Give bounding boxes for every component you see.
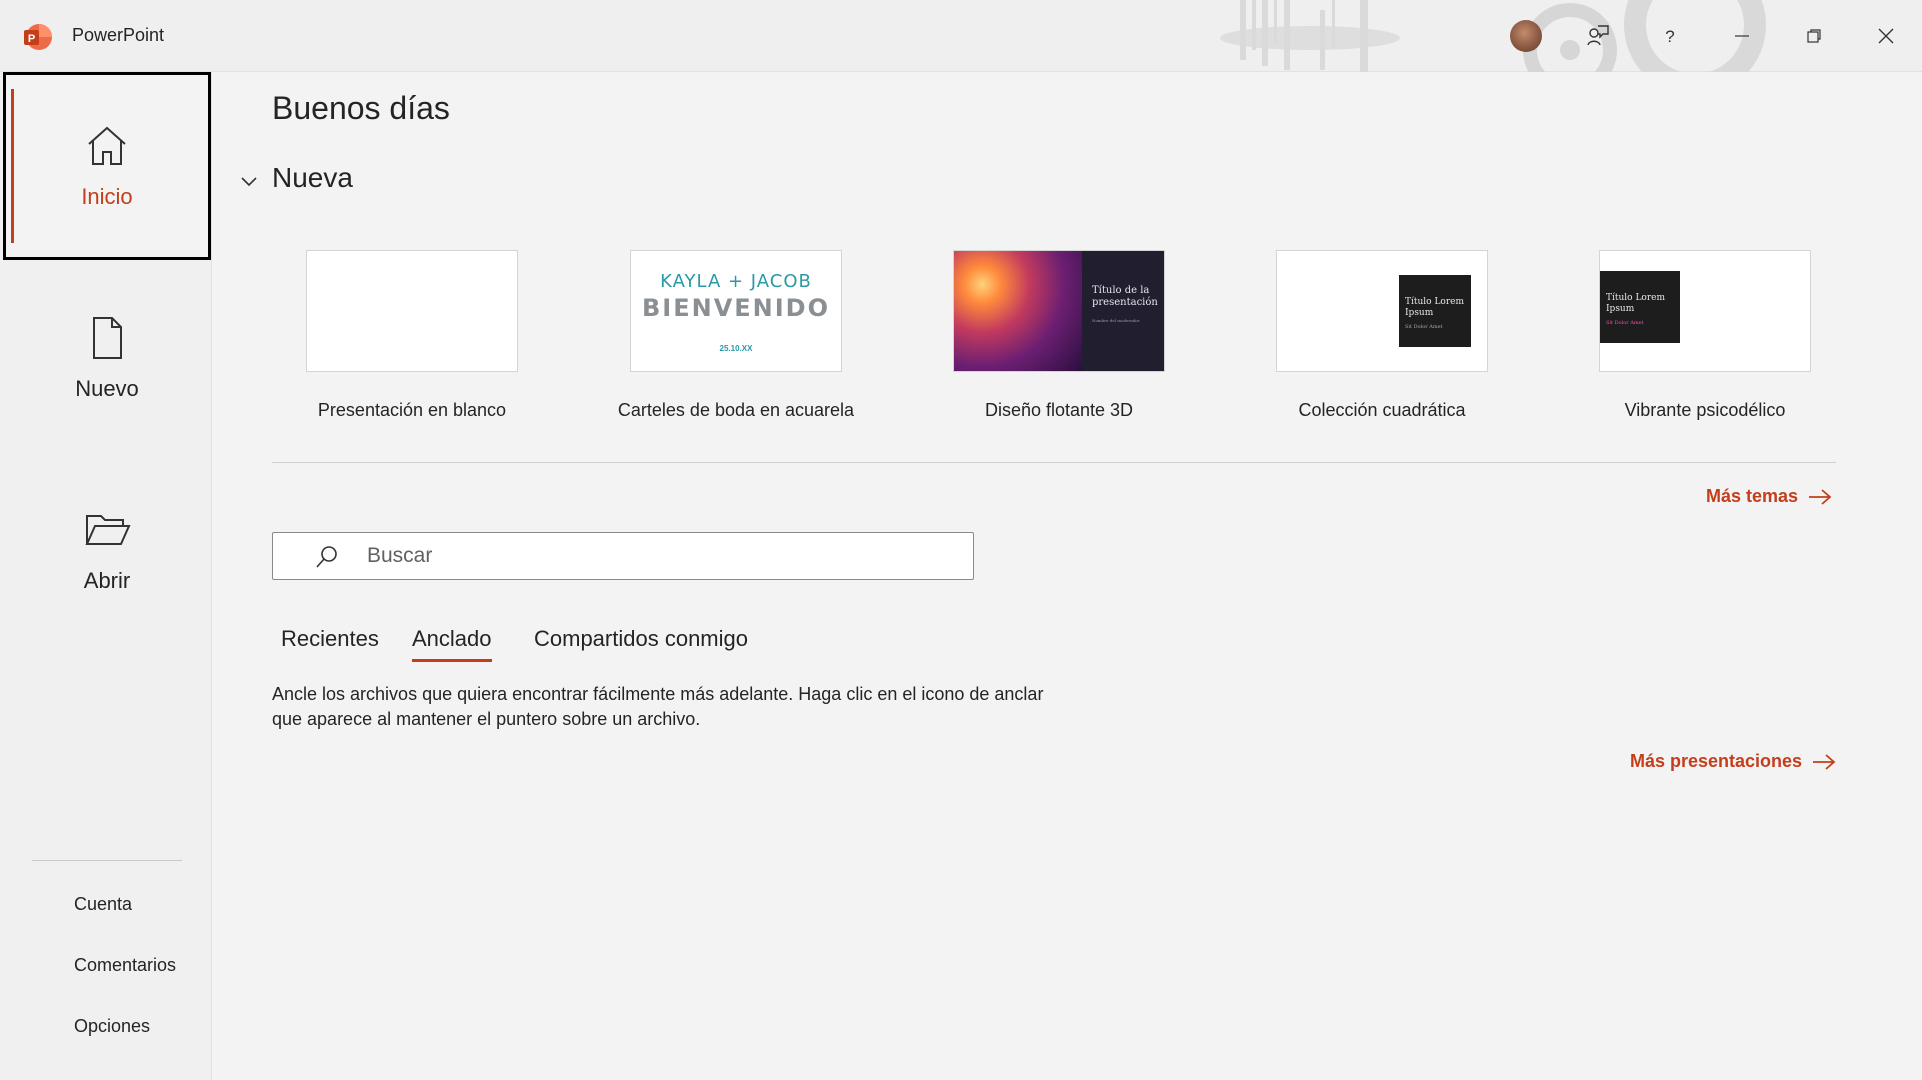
- template-thumbnail: Título Lorem Ipsum Sit Dolor Amet: [1599, 250, 1811, 372]
- template-wedding[interactable]: KAYLA + JACOB BIENVENIDO 25.10.XX Cartel…: [596, 250, 876, 440]
- template-3d-float[interactable]: Título de la presentación Nombre del mod…: [919, 250, 1199, 440]
- greeting-heading: Buenos días: [272, 90, 450, 126]
- feedback-button[interactable]: [1576, 14, 1620, 58]
- thumb-subtitle: Sit Dolor Amet: [1606, 320, 1644, 326]
- section-divider: [272, 462, 1836, 463]
- thumb-title: Título de la presentación: [1092, 285, 1158, 308]
- template-thumbnail: Título Lorem Ipsum Sit Dolor Amet: [1276, 250, 1488, 372]
- thumb-title: Título Lorem Ipsum: [1405, 297, 1465, 318]
- template-label: Vibrante psicodélico: [1624, 400, 1786, 420]
- user-avatar[interactable]: [1510, 20, 1542, 52]
- close-button[interactable]: [1864, 14, 1908, 58]
- template-thumbnail: Título de la presentación Nombre del mod…: [953, 250, 1165, 372]
- thumb-art: [954, 251, 1082, 371]
- svg-text:?: ?: [1665, 27, 1674, 46]
- more-themes-label: Más temas: [1706, 486, 1799, 506]
- feedback-icon: [1587, 25, 1609, 46]
- more-themes-link[interactable]: Más temas: [1706, 486, 1832, 507]
- thumb-title: Título Lorem Ipsum: [1606, 293, 1666, 314]
- sidebar-item-label: Inicio: [81, 184, 133, 209]
- sidebar: Inicio Nuevo Abrir Cuenta Comentarios Op…: [0, 72, 212, 1080]
- folder-open-icon: [85, 515, 131, 545]
- tab-anclado[interactable]: Anclado: [412, 626, 492, 662]
- new-file-icon: [93, 317, 122, 359]
- sidebar-link-cuenta[interactable]: Cuenta: [74, 894, 132, 915]
- thumb-date: 25.10.XX: [719, 344, 753, 353]
- sidebar-item-label: Nuevo: [75, 376, 139, 401]
- sidebar-item-nuevo[interactable]: Nuevo: [3, 264, 211, 452]
- sidebar-link-comentarios[interactable]: Comentarios: [74, 955, 176, 976]
- minimize-button[interactable]: [1720, 14, 1764, 58]
- close-icon: [1878, 28, 1894, 44]
- restore-icon: [1807, 29, 1821, 43]
- pinned-empty-message: Ancle los archivos que quiera encontrar …: [272, 684, 1044, 729]
- sidebar-item-label: Abrir: [83, 568, 131, 593]
- template-label: Diseño flotante 3D: [984, 400, 1134, 420]
- thumb-card: Título de la presentación Nombre del mod…: [1082, 251, 1164, 371]
- main-content: Buenos días Nueva Presentación en blanco…: [212, 72, 1922, 1080]
- sidebar-divider: [32, 860, 182, 861]
- arrow-right-icon: [1809, 488, 1832, 505]
- thumb-title: BIENVENIDO: [641, 294, 830, 322]
- help-icon: ?: [1665, 27, 1674, 46]
- template-label: Carteles de boda en acuarela: [617, 400, 855, 420]
- thumb-card: Título Lorem Ipsum Sit Dolor Amet: [1600, 271, 1680, 343]
- title-bar: P PowerPoint ?: [0, 0, 1922, 72]
- sidebar-link-opciones[interactable]: Opciones: [74, 1016, 150, 1037]
- template-quadratic[interactable]: Título Lorem Ipsum Sit Dolor Amet Colecc…: [1242, 250, 1522, 440]
- thumb-subtitle: Sit Dolor Amet: [1405, 324, 1443, 330]
- home-icon: [88, 126, 126, 165]
- chevron-down-icon[interactable]: [238, 170, 260, 192]
- template-psychedelic[interactable]: Título Lorem Ipsum Sit Dolor Amet Vibran…: [1565, 250, 1845, 440]
- sidebar-item-inicio[interactable]: Inicio: [3, 72, 211, 260]
- app-title: PowerPoint: [72, 25, 165, 45]
- more-presentations-link[interactable]: Más presentaciones: [1630, 751, 1836, 772]
- minimize-icon: [1735, 35, 1749, 37]
- template-label: Colección cuadrática: [1298, 400, 1466, 420]
- restore-button[interactable]: [1792, 14, 1836, 58]
- arrow-right-icon: [1813, 753, 1836, 770]
- template-label: Presentación en blanco: [317, 400, 507, 420]
- sidebar-item-abrir[interactable]: Abrir: [3, 456, 211, 644]
- help-button[interactable]: ?: [1648, 14, 1692, 58]
- thumb-names: KAYLA + JACOB: [660, 271, 812, 292]
- section-title-nueva: Nueva: [272, 162, 353, 193]
- template-thumbnail: [306, 250, 518, 372]
- template-thumbnail: KAYLA + JACOB BIENVENIDO 25.10.XX: [630, 250, 842, 372]
- svg-text:P: P: [28, 33, 35, 45]
- more-presentations-label: Más presentaciones: [1630, 751, 1803, 771]
- search-icon: [316, 546, 337, 568]
- thumb-card: Título Lorem Ipsum Sit Dolor Amet: [1399, 275, 1471, 347]
- tab-recientes[interactable]: Recientes: [281, 626, 379, 652]
- search-box[interactable]: [272, 532, 974, 580]
- search-input[interactable]: [367, 539, 957, 573]
- thumb-subtitle: Nombre del moderador: [1092, 318, 1140, 323]
- tab-compartidos[interactable]: Compartidos conmigo: [534, 626, 748, 652]
- active-indicator: [11, 89, 14, 243]
- powerpoint-logo-icon: P: [24, 24, 52, 50]
- template-blank[interactable]: Presentación en blanco: [272, 250, 552, 440]
